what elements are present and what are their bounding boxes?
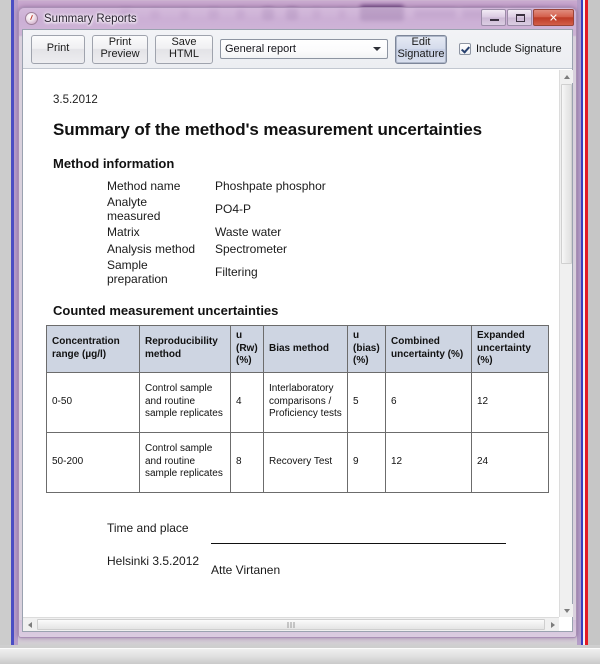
edge-stripe-grey	[588, 0, 600, 645]
chevron-up-icon	[563, 74, 570, 79]
vertical-scrollbar[interactable]	[559, 70, 573, 617]
signature-block: Time and place Helsinki 3.5.2012 Atte Vi…	[43, 521, 541, 591]
scroll-left-button[interactable]	[23, 618, 36, 631]
cell-concentration-range: 0-50	[46, 371, 140, 433]
report-preview-pane: 3.5.2012 Summary of the method's measure…	[23, 69, 573, 631]
minimize-icon	[490, 19, 499, 21]
maximize-icon	[516, 14, 525, 22]
window-client-area: Print Print Preview Save HTML General re…	[22, 29, 573, 632]
window-controls: ✕	[480, 9, 574, 26]
method-info-key: Sample preparation	[107, 257, 168, 286]
table-row: Analysis method Spectrometer	[43, 241, 541, 257]
cell-u-rw: 8	[230, 431, 264, 493]
cell-u-rw: 4	[230, 371, 264, 433]
column-header: Concentration range (µg/l)	[46, 325, 140, 373]
time-and-place-label: Time and place	[107, 520, 189, 535]
include-signature-checkbox[interactable]	[459, 43, 471, 55]
chevron-left-icon	[27, 621, 32, 628]
method-info-key: Method name	[107, 179, 181, 193]
cell-expanded-uncertainty: 12	[471, 371, 549, 433]
print-preview-button[interactable]: Print Preview	[92, 34, 148, 64]
save-html-button[interactable]: Save HTML	[155, 34, 213, 64]
cell-combined-uncertainty: 6	[385, 371, 472, 433]
summary-reports-window: Summary Reports ✕ Print Print Preview Sa…	[18, 7, 577, 638]
close-button[interactable]: ✕	[533, 9, 574, 26]
vertical-scrollbar-thumb[interactable]	[561, 84, 572, 264]
minimize-button[interactable]	[481, 9, 506, 26]
report-type-value: General report	[225, 43, 296, 55]
table-row: 50-200 Control sample and routine sample…	[46, 431, 549, 493]
edge-stripe-left-blue	[11, 0, 14, 645]
method-info-value: Phoshpate phosphor	[215, 179, 326, 193]
horizontal-scrollbar-thumb[interactable]	[37, 619, 545, 630]
scroll-right-button[interactable]	[546, 618, 559, 631]
close-icon: ✕	[548, 11, 559, 24]
method-information-table: Method name Phoshpate phosphor Analyte m…	[43, 178, 541, 287]
report-document: 3.5.2012 Summary of the method's measure…	[23, 70, 559, 617]
cell-bias-method: Interlaboratory comparisons / Proficienc…	[263, 371, 348, 433]
app-gauge-icon	[25, 12, 38, 25]
cell-reproducibility-method: Control sample and routine sample replic…	[139, 431, 231, 493]
include-signature-control[interactable]: Include Signature	[459, 43, 562, 55]
uncertainties-table: Concentration range (µg/l) Reproducibili…	[46, 325, 549, 493]
horizontal-scrollbar[interactable]	[23, 617, 559, 631]
cell-concentration-range: 50-200	[46, 431, 140, 493]
chevron-down-icon	[563, 608, 570, 613]
report-date: 3.5.2012	[53, 94, 98, 106]
uncertainties-heading: Counted measurement uncertainties	[53, 303, 279, 319]
cell-reproducibility-method: Control sample and routine sample replic…	[139, 371, 231, 433]
print-button[interactable]: Print	[31, 34, 85, 64]
cell-combined-uncertainty: 12	[385, 431, 472, 493]
window-titlebar[interactable]: Summary Reports ✕	[19, 8, 576, 29]
column-header: u (Rw) (%)	[230, 325, 264, 373]
cell-u-bias: 9	[347, 431, 386, 493]
signer-name: Atte Virtanen	[211, 562, 281, 577]
scroll-down-button[interactable]	[560, 604, 573, 617]
table-header-row: Concentration range (µg/l) Reproducibili…	[46, 325, 549, 373]
cell-expanded-uncertainty: 24	[471, 431, 549, 493]
report-title: Summary of the method's measurement unce…	[53, 120, 482, 139]
background-bottom-edge	[0, 648, 600, 664]
column-header: Bias method	[263, 325, 348, 373]
table-row: 0-50 Control sample and routine sample r…	[46, 371, 549, 433]
method-info-key: Analysis method	[107, 241, 196, 256]
report-toolbar: Print Print Preview Save HTML General re…	[23, 30, 572, 69]
include-signature-label: Include Signature	[476, 43, 562, 55]
method-info-key: Analyte measured	[107, 195, 161, 224]
place-and-date: Helsinki 3.5.2012	[107, 553, 200, 568]
table-row: Sample preparation Filtering	[43, 257, 541, 287]
signature-line	[211, 542, 506, 544]
chevron-down-icon	[373, 47, 381, 51]
cell-bias-method: Recovery Test	[263, 431, 348, 493]
window-title: Summary Reports	[44, 12, 137, 25]
column-header: Combined uncertainty (%)	[385, 325, 472, 373]
method-information-heading: Method information	[53, 156, 175, 171]
column-header: Expanded uncertainty (%)	[471, 325, 549, 373]
table-row: Analyte measured PO4-P	[43, 194, 541, 224]
method-info-value: Spectrometer	[215, 241, 288, 256]
table-row: Method name Phoshpate phosphor	[43, 178, 541, 194]
scroll-up-button[interactable]	[560, 70, 573, 83]
report-type-dropdown[interactable]: General report	[220, 39, 388, 59]
table-row: Matrix Waste water	[43, 224, 541, 240]
column-header: u (bias) (%)	[347, 325, 386, 373]
column-header: Reproducibility method	[139, 325, 231, 373]
scrollbar-grip-icon	[287, 621, 295, 628]
edit-signature-button[interactable]: Edit Signature	[395, 34, 447, 64]
method-info-value: Waste water	[215, 225, 282, 240]
edge-stripe-left-grey	[0, 0, 11, 645]
method-info-key: Matrix	[107, 225, 140, 240]
maximize-button[interactable]	[507, 9, 532, 26]
cell-u-bias: 5	[347, 371, 386, 433]
chevron-right-icon	[550, 621, 555, 628]
method-info-value: PO4-P	[215, 202, 252, 217]
method-info-value: Filtering	[215, 264, 258, 279]
